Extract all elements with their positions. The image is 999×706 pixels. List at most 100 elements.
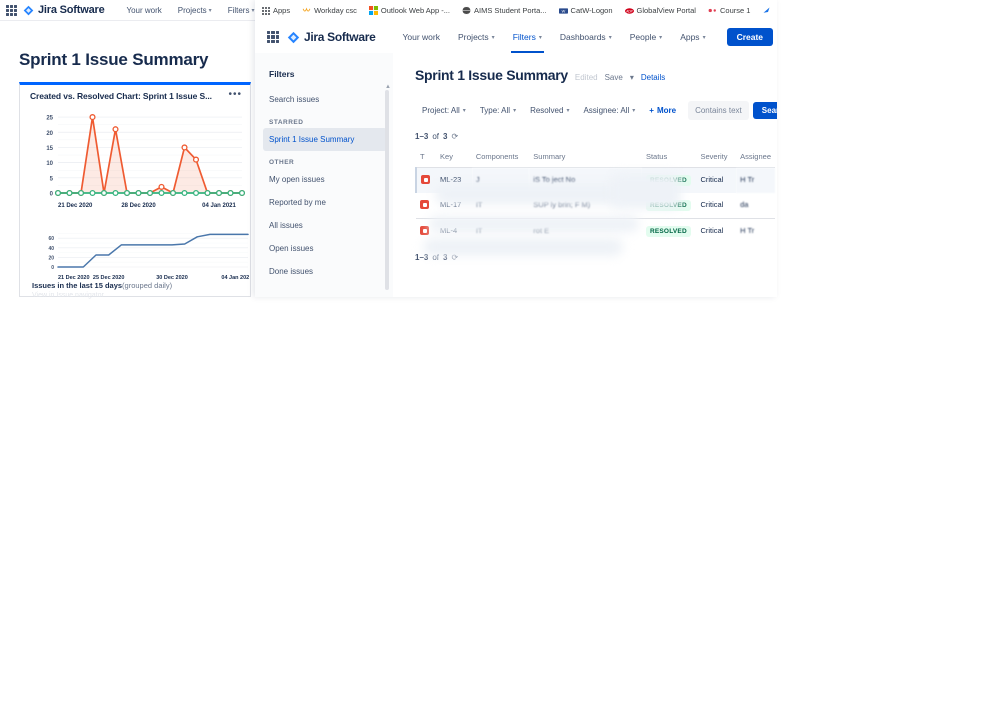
bookmark-course1[interactable]: Course 1 (702, 6, 756, 15)
col-severity[interactable]: Severity (696, 149, 737, 168)
filter-label: Resolved (530, 106, 564, 115)
browser-bookmarks-bar: Apps Workday csc Outlook Web App -... AI… (255, 0, 777, 22)
col-components[interactable]: Components (471, 149, 530, 168)
jira-logo[interactable]: Jira Software (23, 4, 105, 16)
col-type[interactable]: T (416, 149, 437, 168)
save-button[interactable]: Save (605, 73, 623, 82)
bookmark-apps[interactable]: Apps (255, 6, 296, 15)
col-assignee[interactable]: Assignee (736, 149, 775, 168)
jira-navbar: Jira Software Your work Projects ▾ Filte… (255, 21, 777, 54)
bg-nav-your-work[interactable]: Your work (118, 6, 169, 15)
svg-text:ADP: ADP (626, 9, 633, 13)
svg-text:28 Dec 2020: 28 Dec 2020 (121, 203, 156, 209)
app-switcher-icon[interactable] (267, 31, 279, 43)
sidebar-scrollbar[interactable] (385, 90, 389, 290)
chevron-down-icon: ▾ (462, 108, 466, 114)
bookmark-outlook[interactable]: Outlook Web App -... (363, 6, 456, 15)
cell-key[interactable]: ML-17 (436, 193, 472, 219)
search-button[interactable]: Search (752, 102, 777, 119)
pagination-bottom: 1–3 of 3 ⟳ (393, 244, 777, 262)
cell-summary[interactable]: SUP ly brin; F M) (529, 193, 642, 219)
nav-item-apps[interactable]: Apps ▾ (671, 21, 714, 53)
table-row[interactable]: ML-17 IT SUP ly brin; F M) RESOLVED Crit… (416, 193, 775, 219)
jira-diamond-icon (287, 31, 300, 44)
cell-assignee: H Tr (740, 226, 755, 235)
nav-label: Filters (512, 32, 536, 42)
app-switcher-icon[interactable] (6, 4, 17, 16)
chevron-down-icon: ▾ (632, 108, 636, 114)
chevron-down-icon[interactable]: ▾ (630, 73, 634, 82)
svg-text:04 Jan 2021: 04 Jan 2021 (202, 203, 236, 209)
details-button[interactable]: Details (641, 73, 665, 82)
bookmark-label: CatW-Logon (570, 6, 613, 15)
cell-status: RESOLVED (642, 219, 696, 245)
bookmark-globalview[interactable]: ADP GlobalView Portal (619, 6, 702, 15)
sidebar-item-reported-by-me[interactable]: Reported by me (255, 191, 393, 214)
card-menu-icon[interactable]: ••• (228, 90, 242, 100)
jira-logo[interactable]: Jira Software (287, 30, 376, 44)
bookmark-label: GlobalView Portal (636, 6, 696, 15)
svg-text:40: 40 (48, 246, 54, 252)
filter-type[interactable]: Type: All ▾ (473, 103, 523, 118)
bookmark-catw[interactable]: W CatW-Logon (553, 6, 619, 15)
refresh-icon[interactable]: ⟳ (451, 132, 458, 141)
cell-summary[interactable]: rot E (529, 219, 642, 245)
cell-key[interactable]: ML-4 (436, 219, 472, 245)
adp-icon: ADP (624, 6, 634, 15)
col-status[interactable]: Status (641, 149, 697, 168)
chart2-svg: 020406021 Dec 2020 25 Dec 2020 30 Dec 2020… (48, 233, 249, 281)
sidebar-item-open-issues[interactable]: Open issues (255, 237, 393, 260)
svg-text:15: 15 (46, 146, 53, 152)
table-row[interactable]: ML-4 IT rot E RESOLVED Critical H Tr (416, 218, 775, 245)
screenshot-root: Jira Software Your work Projects ▾ Filte… (0, 0, 999, 706)
pager-range: 1–3 (415, 132, 429, 141)
filter-resolved[interactable]: Resolved ▾ (523, 103, 576, 118)
nav-item-filters[interactable]: Filters ▾ (504, 21, 551, 53)
chevron-down-icon: ▾ (538, 34, 542, 41)
svg-text:25: 25 (46, 116, 53, 122)
nav-item-people[interactable]: People ▾ (621, 21, 671, 53)
cell-status: RESOLVED (641, 167, 697, 193)
refresh-icon[interactable]: ⟳ (451, 253, 458, 262)
pager-of: of (432, 132, 440, 141)
contains-text-input[interactable]: Contains text (688, 101, 749, 120)
nav-item-your-work[interactable]: Your work (393, 21, 448, 53)
col-key[interactable]: Key (436, 149, 472, 168)
create-button[interactable]: Create (726, 28, 774, 46)
bookmark-label: AIMS Student Porta... (473, 6, 547, 15)
bookmark-pin[interactable] (756, 6, 777, 15)
sidebar-item-all-issues[interactable]: All issues (255, 214, 393, 237)
nav-item-projects[interactable]: Projects ▾ (449, 21, 504, 53)
filter-label: Project: All (422, 106, 460, 115)
nav-item-dashboards[interactable]: Dashboards ▾ (551, 21, 621, 53)
sidebar-item-search-issues[interactable]: Search issues (255, 79, 393, 111)
cell-key[interactable]: ML-23 (436, 167, 472, 193)
chart-footnote: Issues in the last 15 days(grouped daily… (32, 281, 172, 290)
chevron-down-icon: ▾ (513, 108, 517, 114)
footnote-light: (grouped daily) (122, 281, 173, 290)
cumulative-chart: 0 20 40 60 21 Dec 2020 25 Dec 2020 30 Dec 2020… (20, 225, 250, 283)
sidebar-item-done-issues[interactable]: Done issues (255, 260, 393, 283)
bg-nav-label: Filters (227, 5, 250, 15)
chart-footnote-secondary[interactable]: View in Issue navigator (32, 292, 104, 299)
sidebar-item-sprint-1-issue-summary[interactable]: Sprint 1 Issue Summary (263, 128, 387, 151)
more-filters-button[interactable]: + More (642, 103, 683, 118)
nav-label: People (629, 32, 657, 42)
col-summary[interactable]: Summary (529, 149, 642, 168)
pager-total: 3 (443, 132, 448, 141)
bookmark-workday[interactable]: Workday csc (296, 6, 363, 15)
card-header: Created vs. Resolved Chart: Sprint 1 Iss… (20, 85, 250, 103)
sidebar-item-my-open-issues[interactable]: My open issues (255, 168, 393, 191)
cell-components: J (471, 167, 530, 193)
globe-icon (461, 6, 471, 15)
bookmark-aims[interactable]: AIMS Student Porta... (456, 6, 553, 15)
bg-nav-projects[interactable]: Projects ▾ (170, 6, 220, 15)
cell-assignee: H Tr (736, 167, 775, 193)
cell-summary[interactable]: iS To ject No (529, 167, 642, 193)
filter-assignee[interactable]: Assignee: All ▾ (576, 103, 642, 118)
filter-project[interactable]: Project: All ▾ (415, 103, 473, 118)
jira-nav-items: Your work Projects ▾ Filters ▾ Dashboard… (393, 21, 774, 53)
table-row[interactable]: ML-23 J iS To ject No RESOLVED Critical … (414, 167, 775, 193)
issues-table: T Key Components Summary Status Severity… (414, 149, 775, 245)
bookmark-label: Course 1 (719, 6, 751, 15)
